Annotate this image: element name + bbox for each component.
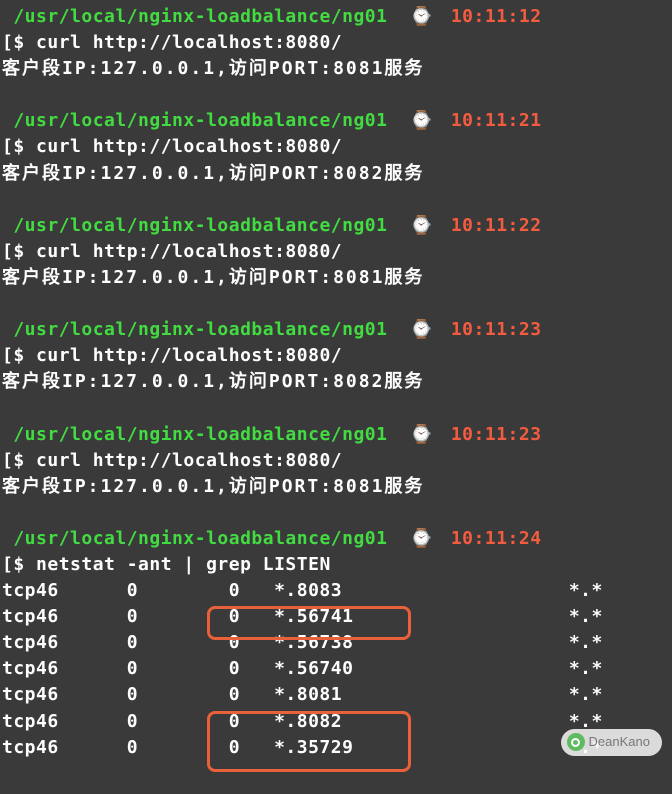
command-text: curl http://localhost:8080/ (36, 241, 342, 262)
command-line: [$ curl http://localhost:8080/ (2, 343, 670, 369)
command-line: [$ curl http://localhost:8080/ (2, 134, 670, 160)
netstat-row: tcp46 0 0 *.56738 *.* (2, 630, 670, 656)
prompt-line: /usr/local/nginx-loadbalance/ng01 ⌚ 10:1… (2, 526, 670, 552)
prompt-marker: [$ (2, 345, 36, 366)
cwd-path: /usr/local/nginx-loadbalance/ng01 (2, 215, 387, 236)
prompt-line: /usr/local/nginx-loadbalance/ng01 ⌚ 10:1… (2, 108, 670, 134)
command-text: curl http://localhost:8080/ (36, 32, 342, 53)
wechat-icon (567, 733, 585, 751)
cwd-path: /usr/local/nginx-loadbalance/ng01 (2, 6, 387, 27)
timestamp: 10:11:24 (451, 528, 542, 549)
response-line: 客户段IP:127.0.0.1,访问PORT:8081服务 (2, 56, 670, 82)
cwd-path: /usr/local/nginx-loadbalance/ng01 (2, 319, 387, 340)
prompt-line: /usr/local/nginx-loadbalance/ng01 ⌚ 10:1… (2, 4, 670, 30)
prompt-line: /usr/local/nginx-loadbalance/ng01 ⌚ 10:1… (2, 213, 670, 239)
cwd-path: /usr/local/nginx-loadbalance/ng01 (2, 424, 387, 445)
netstat-row: tcp46 0 0 *.56741 *.* (2, 604, 670, 630)
timestamp: 10:11:21 (451, 110, 542, 131)
command-line: [$ netstat -ant | grep LISTEN (2, 552, 670, 578)
prompt-marker: [$ (2, 554, 36, 575)
clock-icon: ⌚ (410, 317, 428, 343)
response-line: 客户段IP:127.0.0.1,访问PORT:8082服务 (2, 161, 670, 187)
timestamp: 10:11:22 (451, 215, 542, 236)
watermark-pill: DeanKano (561, 729, 662, 756)
command-line: [$ curl http://localhost:8080/ (2, 239, 670, 265)
command-text: netstat -ant | grep LISTEN (36, 554, 331, 575)
watermark-text: DeanKano (589, 734, 650, 749)
clock-icon: ⌚ (410, 4, 428, 30)
command-text: curl http://localhost:8080/ (36, 345, 342, 366)
cwd-path: /usr/local/nginx-loadbalance/ng01 (2, 528, 387, 549)
response-line: 客户段IP:127.0.0.1,访问PORT:8081服务 (2, 474, 670, 500)
command-line: [$ curl http://localhost:8080/ (2, 448, 670, 474)
prompt-marker: [$ (2, 241, 36, 262)
timestamp: 10:11:23 (451, 319, 542, 340)
response-line: 客户段IP:127.0.0.1,访问PORT:8081服务 (2, 265, 670, 291)
response-line: 客户段IP:127.0.0.1,访问PORT:8082服务 (2, 369, 670, 395)
command-text: curl http://localhost:8080/ (36, 450, 342, 471)
command-text: curl http://localhost:8080/ (36, 136, 342, 157)
timestamp: 10:11:12 (451, 6, 542, 27)
prompt-marker: [$ (2, 136, 36, 157)
terminal-output: /usr/local/nginx-loadbalance/ng01 ⌚ 10:1… (0, 0, 672, 765)
clock-icon: ⌚ (410, 108, 428, 134)
netstat-row: tcp46 0 0 *.8081 *.* (2, 682, 670, 708)
clock-icon: ⌚ (410, 526, 428, 552)
prompt-line: /usr/local/nginx-loadbalance/ng01 ⌚ 10:1… (2, 317, 670, 343)
clock-icon: ⌚ (410, 213, 428, 239)
netstat-row: tcp46 0 0 *.56740 *.* (2, 656, 670, 682)
netstat-row: tcp46 0 0 *.8083 *.* (2, 578, 670, 604)
prompt-line: /usr/local/nginx-loadbalance/ng01 ⌚ 10:1… (2, 422, 670, 448)
timestamp: 10:11:23 (451, 424, 542, 445)
command-line: [$ curl http://localhost:8080/ (2, 30, 670, 56)
cwd-path: /usr/local/nginx-loadbalance/ng01 (2, 110, 387, 131)
clock-icon: ⌚ (410, 422, 428, 448)
prompt-marker: [$ (2, 32, 36, 53)
prompt-marker: [$ (2, 450, 36, 471)
